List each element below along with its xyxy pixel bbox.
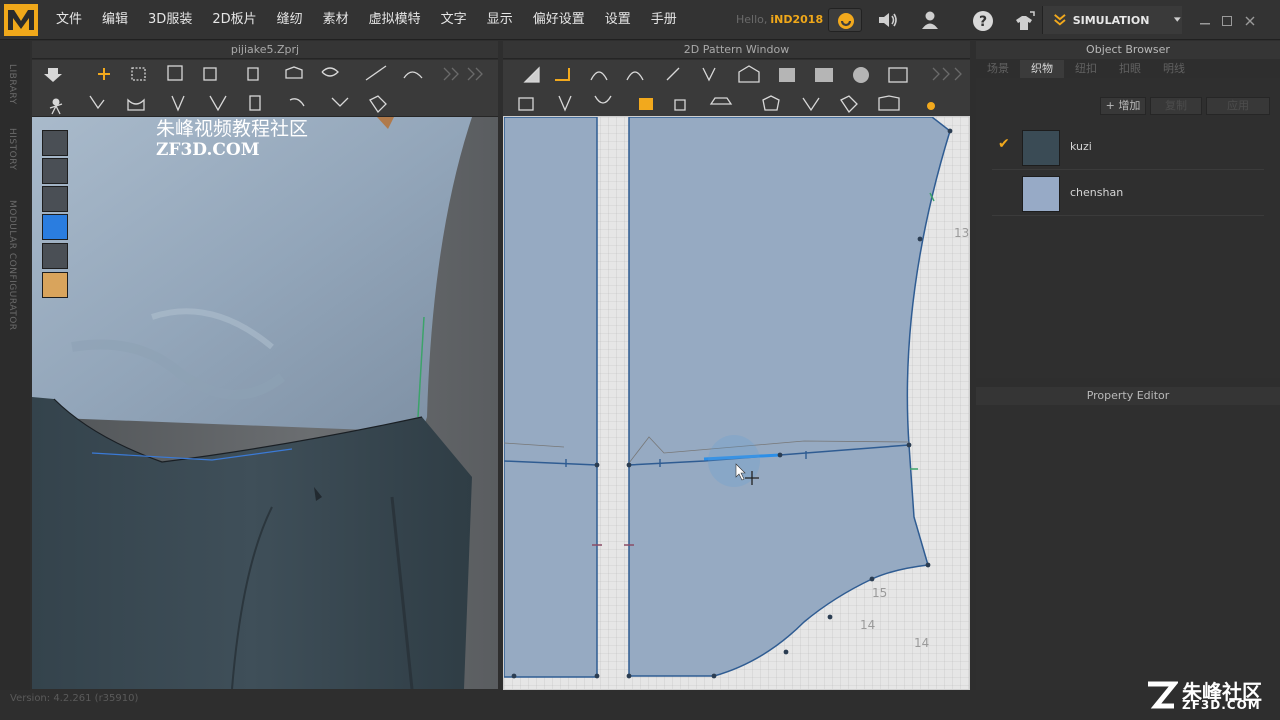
- brand-logo-icon: [1148, 681, 1178, 709]
- menu-settings[interactable]: 设置: [595, 0, 641, 40]
- viewport-3d[interactable]: [32, 117, 498, 689]
- menu-edit[interactable]: 编辑: [92, 0, 138, 40]
- checkmark-icon: ✔: [998, 136, 1010, 152]
- pattern-label-1: 13: [954, 226, 969, 240]
- speaker-icon[interactable]: [876, 10, 900, 30]
- view3d-title-bar: pijiake5.Zprj: [32, 41, 498, 59]
- svg-text:?: ?: [979, 14, 987, 30]
- property-editor-body: [976, 405, 1280, 690]
- app-logo: [4, 4, 38, 36]
- avatar-garment-render: [32, 117, 498, 689]
- copy-fabric-button[interactable]: 复制: [1150, 97, 1202, 115]
- user-avatar-icon[interactable]: [920, 10, 940, 30]
- property-editor-title: Property Editor: [1086, 389, 1170, 402]
- minimize-icon[interactable]: [1198, 14, 1212, 28]
- view3d-title: pijiake5.Zprj: [230, 43, 300, 56]
- simulation-icon: [1054, 14, 1066, 26]
- mesh-mode-icon[interactable]: [42, 243, 68, 269]
- menu-file[interactable]: 文件: [46, 0, 92, 40]
- menu-3d-garment[interactable]: 3D服装: [138, 0, 202, 40]
- simulation-button[interactable]: SIMULATION: [1042, 6, 1182, 34]
- chevron-down-icon[interactable]: [1173, 16, 1182, 24]
- tab-scene[interactable]: 场景: [976, 60, 1020, 78]
- modular-configurator-tab[interactable]: MODULAR CONFIGURATOR: [7, 200, 17, 331]
- user-greeting: Hello, iND2018: [736, 13, 823, 26]
- menu-bar: 文件 编辑 3D服装 2D板片 缝纫 素材 虚拟模特 文字 显示 偏好设置 设置…: [0, 0, 1280, 40]
- tab-topstitch[interactable]: 明线: [1152, 60, 1196, 78]
- menu-materials[interactable]: 素材: [313, 0, 359, 40]
- show-avatar-icon[interactable]: [42, 158, 68, 184]
- hello-text: Hello,: [736, 13, 768, 26]
- pattern-label-4: 14: [914, 636, 929, 650]
- show-garment-icon[interactable]: [42, 130, 68, 156]
- apply-fabric-button[interactable]: 应用: [1206, 97, 1270, 115]
- pattern-label-2: 14: [860, 618, 875, 632]
- view2d-title: 2D Pattern Window: [683, 43, 790, 56]
- help-icon[interactable]: ?: [972, 10, 994, 32]
- library-tab[interactable]: LIBRARY: [7, 64, 17, 105]
- fabric-item-chenshan[interactable]: chenshan: [992, 172, 1264, 216]
- tab-button[interactable]: 纽扣: [1064, 60, 1108, 78]
- object-browser-title-bar: Object Browser: [976, 41, 1280, 59]
- avatar-visibility-icon[interactable]: [42, 186, 68, 212]
- cloud-icon: [838, 13, 854, 29]
- menu-manual[interactable]: 手册: [641, 0, 687, 40]
- fabric-swatch: [1022, 130, 1060, 166]
- object-browser-tabs: 场景 织物 纽扣 扣眼 明线: [976, 60, 1280, 78]
- fabric-swatch: [1022, 176, 1060, 212]
- main-menu: 文件 编辑 3D服装 2D板片 缝纫 素材 虚拟模特 文字 显示 偏好设置 设置…: [46, 0, 687, 40]
- pattern-drawing: 13 14 15 14: [504, 117, 969, 689]
- object-browser-title: Object Browser: [1086, 43, 1170, 56]
- user-name: iND2018: [770, 13, 824, 26]
- left-side-strip: LIBRARY HISTORY MODULAR CONFIGURATOR: [0, 40, 30, 690]
- object-browser-body: [976, 78, 1280, 378]
- fabric-name: kuzi: [1070, 140, 1092, 153]
- fabric-name: chenshan: [1070, 186, 1124, 199]
- pattern-label-3: 15: [872, 586, 887, 600]
- menu-avatar[interactable]: 虚拟模特: [359, 0, 431, 40]
- pattern-piece-left: [504, 117, 598, 678]
- tab-buttonhole[interactable]: 扣眼: [1108, 60, 1152, 78]
- maximize-icon[interactable]: [1220, 14, 1234, 28]
- brand-url: ZF3D.COM: [1182, 698, 1261, 712]
- texture-mode-icon[interactable]: [42, 214, 68, 240]
- brand-watermark: 朱峰社区 ZF3D.COM: [1144, 676, 1274, 716]
- tab-fabric[interactable]: 织物: [1020, 60, 1064, 78]
- view2d-toolbar: [503, 60, 970, 117]
- pattern-window-canvas[interactable]: 13 14 15 14: [503, 116, 970, 690]
- watermark-subtitle: ZF3D.COM: [156, 140, 260, 160]
- version-status: Version: 4.2.261 (r35910): [10, 693, 139, 704]
- close-icon[interactable]: [1243, 14, 1257, 28]
- view2d-title-bar: 2D Pattern Window: [503, 41, 970, 59]
- menu-2d-pattern[interactable]: 2D板片: [202, 0, 266, 40]
- history-tab[interactable]: HISTORY: [7, 128, 17, 170]
- property-editor-title-bar: Property Editor: [976, 387, 1280, 405]
- fabric-item-kuzi[interactable]: ✔ kuzi: [992, 126, 1264, 170]
- menu-text[interactable]: 文字: [431, 0, 477, 40]
- watermark-title: 朱峰视频教程社区: [156, 118, 309, 140]
- menu-display[interactable]: 显示: [477, 0, 523, 40]
- add-fabric-button[interactable]: + 增加: [1100, 97, 1146, 115]
- view3d-toolbar: [32, 60, 498, 117]
- avatar-shop-icon[interactable]: [1012, 10, 1036, 32]
- simulation-label: SIMULATION: [1072, 13, 1150, 27]
- menu-sewing[interactable]: 缝纫: [267, 0, 313, 40]
- app-window: 文件 编辑 3D服装 2D板片 缝纫 素材 虚拟模特 文字 显示 偏好设置 设置…: [0, 0, 1280, 720]
- menu-preferences[interactable]: 偏好设置: [523, 0, 595, 40]
- skin-mode-icon[interactable]: [42, 272, 68, 298]
- cloud-button[interactable]: [828, 8, 862, 32]
